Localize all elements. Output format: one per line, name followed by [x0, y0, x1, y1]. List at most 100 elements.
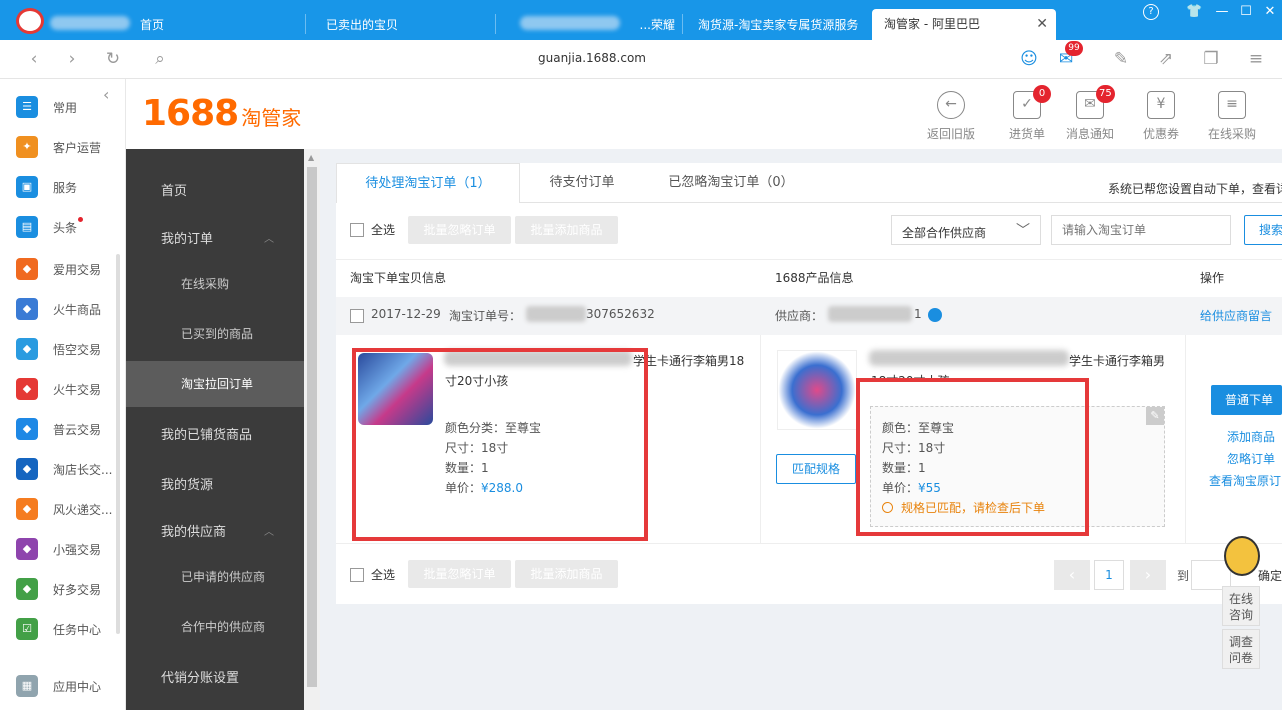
- tab-taoguanjia[interactable]: 淘管家 - 阿里巴巴 ✕: [872, 9, 1056, 40]
- header-button-order[interactable]: ✓ 进货单 0: [995, 85, 1059, 147]
- refresh-icon[interactable]: ↻: [103, 49, 123, 69]
- tab-pending-taobao-orders[interactable]: 待处理淘宝订单（1）: [336, 163, 520, 203]
- sidebar-item-my-orders[interactable]: 我的订单 ︿: [126, 217, 304, 263]
- bag-icon: ▣: [16, 176, 38, 198]
- add-product-link[interactable]: 添加商品: [1227, 428, 1275, 445]
- blurred-order-no: [526, 306, 586, 322]
- sidebar-item-bought[interactable]: 已买到的商品: [126, 311, 304, 357]
- survey-label: 调查问卷: [1228, 635, 1253, 665]
- menu-icon[interactable]: ≡: [1246, 49, 1266, 69]
- scroll-thumb[interactable]: [307, 167, 317, 687]
- batch-ignore-button[interactable]: 批量忽略订单: [408, 216, 511, 244]
- help-icon[interactable]: ?: [1143, 4, 1159, 20]
- forward-arrow-icon[interactable]: ›: [62, 49, 82, 69]
- rail-item[interactable]: ☰ 常用: [0, 87, 120, 127]
- close-tab-icon[interactable]: ✕: [1036, 9, 1048, 39]
- wangwang-icon[interactable]: [928, 308, 942, 322]
- product-1688-image[interactable]: [777, 350, 857, 430]
- survey-button[interactable]: 调查问卷: [1222, 629, 1260, 669]
- supplier-select[interactable]: 全部合作供应商 ﹀: [891, 215, 1041, 245]
- sidebar-item-distributed-products[interactable]: 我的已铺货商品: [126, 413, 304, 459]
- batch-ignore-button-bottom[interactable]: 批量忽略订单: [408, 560, 511, 588]
- rail-item[interactable]: ◆ 好多交易: [0, 569, 120, 609]
- blurred-product-title: [869, 350, 1069, 366]
- prev-page-button[interactable]: ‹: [1054, 560, 1090, 590]
- rail-item[interactable]: ☑ 任务中心: [0, 609, 120, 649]
- edit-spec-icon[interactable]: ✎: [1146, 407, 1164, 425]
- view-original-order-link[interactable]: 查看淘宝原订: [1209, 472, 1282, 489]
- tab-unpaid-orders[interactable]: 待支付订单: [520, 163, 644, 203]
- sidebar-item-my-sources[interactable]: 我的货源: [126, 463, 304, 509]
- taobao-order-search-input[interactable]: [1051, 215, 1231, 245]
- sidebar-item-home[interactable]: 首页: [126, 169, 304, 215]
- rail-item[interactable]: ▦ 应用中心: [0, 666, 120, 706]
- header-button-mail[interactable]: ✉ 消息通知 75: [1058, 85, 1122, 147]
- select-all-checkbox-bottom[interactable]: [350, 568, 364, 582]
- order-checkbox[interactable]: [350, 309, 364, 323]
- sidebar-item-cooperating-suppliers[interactable]: 合作中的供应商: [126, 604, 304, 650]
- header-button-doc[interactable]: ≡ 在线采购: [1200, 91, 1264, 147]
- tab-blurred[interactable]: ...荣耀: [625, 10, 675, 40]
- notification-dot: [78, 217, 83, 222]
- rail-item[interactable]: ◆ 悟空交易: [0, 329, 120, 369]
- rail-item[interactable]: ◆ 火牛商品: [0, 289, 120, 329]
- message-supplier-link[interactable]: 给供应商留言: [1200, 307, 1272, 324]
- close-window-icon[interactable]: ✕: [1262, 4, 1278, 20]
- rail-item-label: 服务: [53, 181, 78, 195]
- rail-item[interactable]: ◆ 风火递交...: [0, 489, 120, 529]
- header-button-label: 在线采购: [1207, 127, 1256, 141]
- page-number-label: 1: [1105, 568, 1113, 582]
- rail-item[interactable]: ▤ 头条: [0, 207, 120, 247]
- taobao-item-title-tail[interactable]: 学生卡通行李箱男18: [633, 352, 744, 369]
- maximize-icon[interactable]: ☐: [1238, 4, 1254, 20]
- back-arrow-icon[interactable]: ‹: [24, 49, 44, 69]
- batch-add-button[interactable]: 批量添加商品: [515, 216, 618, 244]
- auto-order-notice[interactable]: 系统已帮您设置自动下单，查看详: [1108, 180, 1282, 197]
- url-field[interactable]: guanjia.1688.com: [538, 51, 646, 65]
- page-number-current[interactable]: 1: [1094, 560, 1124, 590]
- next-page-button[interactable]: ›: [1130, 560, 1166, 590]
- app-icon: ◆: [16, 538, 38, 560]
- scroll-up-icon[interactable]: ▲: [308, 153, 314, 162]
- tab-taohuoyuan[interactable]: 淘货源-淘宝卖家专属货源服务: [698, 10, 868, 40]
- share-icon[interactable]: ⇗: [1156, 49, 1176, 69]
- tab-sold-items[interactable]: 已卖出的宝贝: [326, 10, 486, 40]
- search-icon[interactable]: ⌕: [150, 49, 170, 69]
- tab-home[interactable]: 首页: [140, 10, 300, 40]
- product-1688-title-tail[interactable]: 学生卡通行李箱男: [1069, 352, 1165, 369]
- rail-item[interactable]: ◆ 火牛交易: [0, 369, 120, 409]
- search-button[interactable]: 搜索: [1244, 215, 1282, 245]
- match-spec-button[interactable]: 匹配规格: [776, 454, 856, 484]
- sidebar-item-applied-suppliers[interactable]: 已申请的供应商: [126, 554, 304, 600]
- header-button-coupon[interactable]: ¥ 优惠券: [1129, 91, 1193, 147]
- header-button-back[interactable]: ← 返回旧版: [919, 91, 983, 147]
- mascot-icon[interactable]: [1224, 536, 1260, 576]
- rail-item[interactable]: ◆ 淘店长交...: [0, 449, 120, 489]
- rail-item[interactable]: ◆ 爱用交易: [0, 249, 120, 289]
- select-all-checkbox[interactable]: [350, 223, 364, 237]
- sidebar-scrollbar[interactable]: ▲: [304, 149, 320, 710]
- tab-ignored-taobao-orders[interactable]: 已忽略淘宝订单（0）: [651, 163, 811, 203]
- rail-item[interactable]: ✦ 客户运营: [0, 127, 120, 167]
- sidebar-item-online-purchase[interactable]: 在线采购: [126, 261, 304, 307]
- minimize-icon[interactable]: —: [1214, 4, 1230, 20]
- sidebar-item-taobao-pulled-orders[interactable]: 淘宝拉回订单: [126, 361, 304, 407]
- app-icon: ◆: [16, 498, 38, 520]
- column-taobao: 淘宝下单宝贝信息: [350, 271, 447, 285]
- rail-scrollbar[interactable]: [116, 254, 120, 634]
- sidebar-item-consignment-settings[interactable]: 代销分账设置: [126, 656, 304, 702]
- emoji-icon[interactable]: ☺: [1019, 49, 1039, 69]
- pin-icon[interactable]: ✎: [1111, 49, 1131, 69]
- batch-add-button-bottom[interactable]: 批量添加商品: [515, 560, 618, 588]
- skin-icon[interactable]: 👕: [1186, 4, 1202, 20]
- sidebar-item-my-suppliers[interactable]: 我的供应商 ︿: [126, 510, 304, 556]
- window-icon[interactable]: ❐: [1201, 49, 1221, 69]
- ignore-order-link[interactable]: 忽略订单: [1227, 450, 1275, 467]
- logo[interactable]: 1688 淘管家: [142, 93, 301, 134]
- rail-item[interactable]: ◆ 小强交易: [0, 529, 120, 569]
- rail-item[interactable]: ◆ 普云交易: [0, 409, 120, 449]
- rail-item[interactable]: ▣ 服务: [0, 167, 120, 207]
- back-icon: ←: [937, 91, 965, 119]
- place-order-button[interactable]: 普通下单: [1211, 385, 1282, 415]
- online-chat-button[interactable]: 在线咨询: [1222, 586, 1260, 626]
